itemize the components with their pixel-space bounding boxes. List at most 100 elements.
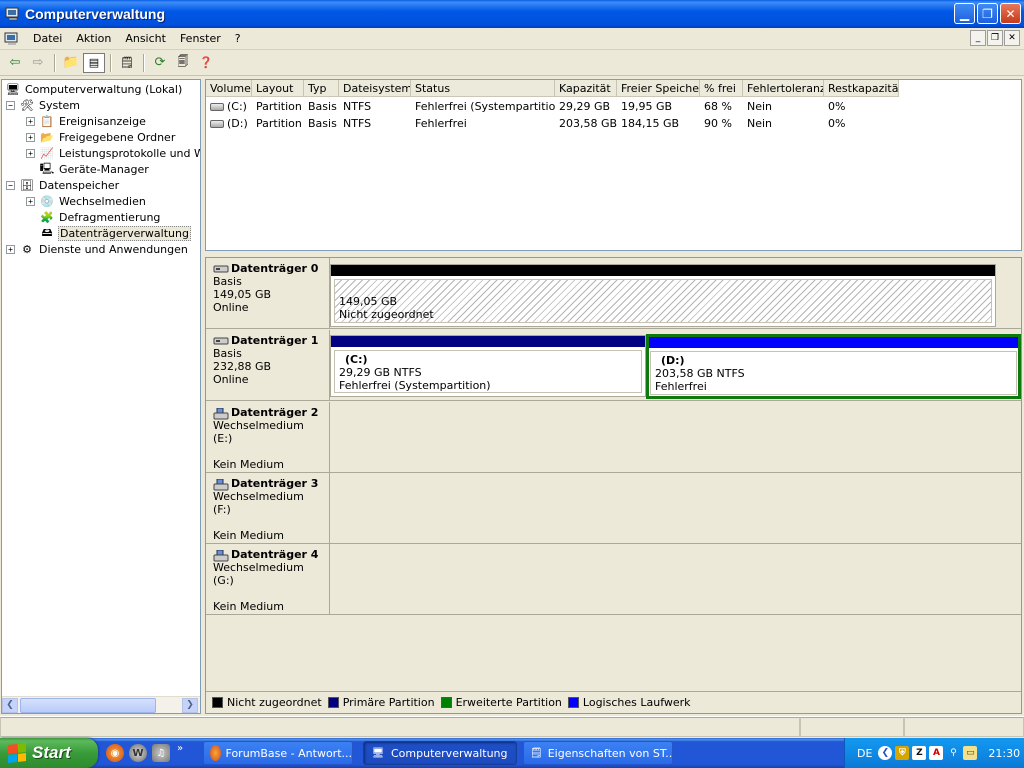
disk-type: Wechselmedium (E:) bbox=[213, 419, 304, 445]
column-header-overhead[interactable]: Restkapazität bbox=[824, 80, 899, 97]
back-button[interactable]: ⇦ bbox=[4, 53, 26, 73]
table-row[interactable]: (D:) Partition Basis NTFS Fehlerfrei 203… bbox=[206, 115, 899, 132]
disk-status: Kein Medium bbox=[213, 600, 284, 613]
restore-icon: ❐ bbox=[990, 33, 1000, 43]
column-header-free-space[interactable]: Freier Speicher bbox=[617, 80, 700, 97]
partition-d[interactable]: (D:) 203,58 GB NTFS Fehlerfrei bbox=[646, 334, 1021, 399]
tray-expand-icon[interactable]: ❮ bbox=[878, 746, 893, 760]
menu-fenster[interactable]: Fenster bbox=[173, 30, 228, 47]
refresh-button[interactable]: ⟳ bbox=[149, 53, 171, 73]
column-header-layout[interactable]: Layout bbox=[252, 80, 304, 97]
tree-item-storage[interactable]: − 🗄 Datenspeicher bbox=[6, 177, 120, 193]
up-button[interactable]: 📁 bbox=[60, 53, 82, 73]
help-button[interactable]: ❓ bbox=[195, 53, 217, 73]
tree-item-defragmentation[interactable]: 🧩 Defragmentierung bbox=[39, 209, 161, 225]
column-header-type[interactable]: Typ bbox=[304, 80, 339, 97]
tree-item-disk-management[interactable]: 🖴 Datenträgerverwaltung bbox=[39, 225, 191, 241]
system-menu-icon[interactable] bbox=[4, 31, 20, 47]
child-restore-button[interactable]: ❐ bbox=[987, 30, 1003, 46]
shared-folder-icon: 📂 bbox=[40, 130, 54, 144]
disk-name: Datenträger 1 bbox=[231, 334, 319, 347]
partition-c[interactable]: (C:) 29,29 GB NTFS Fehlerfrei (Systempar… bbox=[330, 335, 646, 397]
disk-info[interactable]: Datenträger 4 Wechselmedium (G:) Kein Me… bbox=[206, 544, 330, 614]
partition-unallocated[interactable]: 149,05 GB Nicht zugeordnet bbox=[330, 264, 996, 327]
clock[interactable]: 21:30 bbox=[988, 747, 1020, 760]
disk-status: Online bbox=[213, 301, 249, 314]
percent-free-cell: 90 % bbox=[704, 117, 732, 130]
disk-row-1: Datenträger 1 Basis 232,88 GB Online (C:… bbox=[206, 330, 1021, 401]
scroll-right-button[interactable]: ❯ bbox=[182, 697, 198, 713]
start-button[interactable]: Start bbox=[0, 738, 98, 768]
collapse-toggle[interactable]: − bbox=[6, 100, 15, 110]
collapse-toggle[interactable]: − bbox=[6, 180, 15, 190]
expand-toggle[interactable]: + bbox=[26, 148, 35, 158]
filesystem-cell: NTFS bbox=[343, 117, 372, 130]
volume-list[interactable]: Volume Layout Typ Dateisystem Status Kap… bbox=[205, 79, 1022, 251]
scroll-left-button[interactable]: ❮ bbox=[2, 697, 18, 713]
chevron-right-icon[interactable]: » bbox=[177, 743, 183, 754]
console-tree[interactable]: 🖥 Computerverwaltung (Lokal) − 🛠 System … bbox=[1, 79, 201, 714]
tree-item-system[interactable]: − 🛠 System bbox=[6, 97, 81, 113]
column-header-status[interactable]: Status bbox=[411, 80, 555, 97]
tree-item-device-manager[interactable]: 🖳 Geräte-Manager bbox=[39, 161, 150, 177]
status-cell: Fehlerfrei bbox=[415, 117, 467, 130]
device-icon[interactable]: ▭ bbox=[963, 746, 978, 760]
shield-icon[interactable]: ⛨ bbox=[895, 746, 910, 760]
table-row[interactable]: (C:) Partition Basis NTFS Fehlerfrei (Sy… bbox=[206, 98, 899, 115]
status-cell-2 bbox=[800, 717, 904, 737]
menu-ansicht[interactable]: Ansicht bbox=[118, 30, 173, 47]
tree-horizontal-scrollbar[interactable]: ❮ ❯ bbox=[2, 696, 200, 713]
disk-graph-view[interactable]: Datenträger 0 Basis 149,05 GB Online 149… bbox=[205, 257, 1022, 714]
menu-datei[interactable]: Datei bbox=[26, 30, 69, 47]
close-icon: ✕ bbox=[1008, 33, 1016, 43]
export-list-button[interactable]: 🗐 bbox=[172, 53, 194, 73]
forward-button[interactable]: ⇨ bbox=[27, 53, 49, 73]
tree-item-computer[interactable]: 🖥 Computerverwaltung (Lokal) bbox=[5, 81, 183, 97]
column-header-fault-tolerance[interactable]: Fehlertoleranz bbox=[743, 80, 824, 97]
expand-toggle[interactable]: + bbox=[6, 244, 15, 254]
disk-name: Datenträger 2 bbox=[231, 406, 319, 419]
expand-toggle[interactable]: + bbox=[26, 196, 35, 206]
child-minimize-button[interactable]: _ bbox=[970, 30, 986, 46]
restore-button[interactable]: ❐ bbox=[977, 3, 998, 24]
legend-swatch bbox=[327, 697, 339, 708]
zonealarm-icon[interactable]: Z bbox=[912, 746, 927, 760]
task-label: Computerverwaltung bbox=[391, 746, 508, 760]
task-button-computerverwaltung[interactable]: 🖥 Computerverwaltung bbox=[363, 741, 517, 765]
media-icon[interactable]: ♫ bbox=[152, 744, 170, 762]
column-header-percent-free[interactable]: % frei bbox=[700, 80, 743, 97]
task-button-forumbase[interactable]: ForumBase - Antwort... bbox=[203, 741, 353, 765]
show-hide-tree-button[interactable]: ▤ bbox=[83, 52, 105, 73]
disk-info[interactable]: Datenträger 0 Basis 149,05 GB Online bbox=[206, 258, 330, 328]
column-header-capacity[interactable]: Kapazität bbox=[555, 80, 617, 97]
scroll-thumb[interactable] bbox=[20, 697, 156, 713]
properties-button[interactable]: 🗒 bbox=[116, 53, 138, 73]
disk-info[interactable]: Datenträger 1 Basis 232,88 GB Online bbox=[206, 330, 330, 400]
window-titlebar[interactable]: Computerverwaltung ▁ ❐ ✕ bbox=[0, 0, 1024, 28]
task-button-eigenschaften[interactable]: 🗒 Eigenschaften von ST... bbox=[523, 741, 673, 765]
close-button[interactable]: ✕ bbox=[1000, 3, 1021, 24]
tree-item-event-viewer[interactable]: + 📋 Ereignisanzeige bbox=[26, 113, 147, 129]
tree-item-shared-folders[interactable]: + 📂 Freigegebene Ordner bbox=[26, 129, 176, 145]
disk-info[interactable]: Datenträger 3 Wechselmedium (F:) Kein Me… bbox=[206, 473, 330, 543]
partition-title: (D:) bbox=[661, 354, 685, 367]
antivir-icon[interactable]: A bbox=[929, 746, 944, 760]
windows-logo-icon bbox=[8, 743, 26, 763]
minimize-button[interactable]: ▁ bbox=[954, 3, 975, 24]
percent-free-cell: 68 % bbox=[704, 100, 732, 113]
column-header-volume[interactable]: Volume bbox=[206, 80, 252, 97]
expand-toggle[interactable]: + bbox=[26, 116, 35, 126]
tree-item-services-applications[interactable]: + ⚙ Dienste und Anwendungen bbox=[6, 241, 189, 257]
menu-aktion[interactable]: Aktion bbox=[69, 30, 118, 47]
language-indicator[interactable]: DE bbox=[857, 747, 872, 760]
child-close-button[interactable]: ✕ bbox=[1004, 30, 1020, 46]
column-header-filesystem[interactable]: Dateisystem bbox=[339, 80, 411, 97]
expand-toggle[interactable]: + bbox=[26, 132, 35, 142]
network-icon[interactable]: ⚲ bbox=[946, 746, 960, 760]
winamp-icon[interactable]: W bbox=[129, 744, 147, 762]
tree-item-removable-storage[interactable]: + 💿 Wechselmedien bbox=[26, 193, 147, 209]
menu-help[interactable]: ? bbox=[228, 30, 248, 47]
disk-info[interactable]: Datenträger 2 Wechselmedium (E:) Kein Me… bbox=[206, 402, 330, 472]
tree-item-label: Dienste und Anwendungen bbox=[39, 242, 188, 256]
firefox-icon[interactable]: ◉ bbox=[106, 744, 124, 762]
